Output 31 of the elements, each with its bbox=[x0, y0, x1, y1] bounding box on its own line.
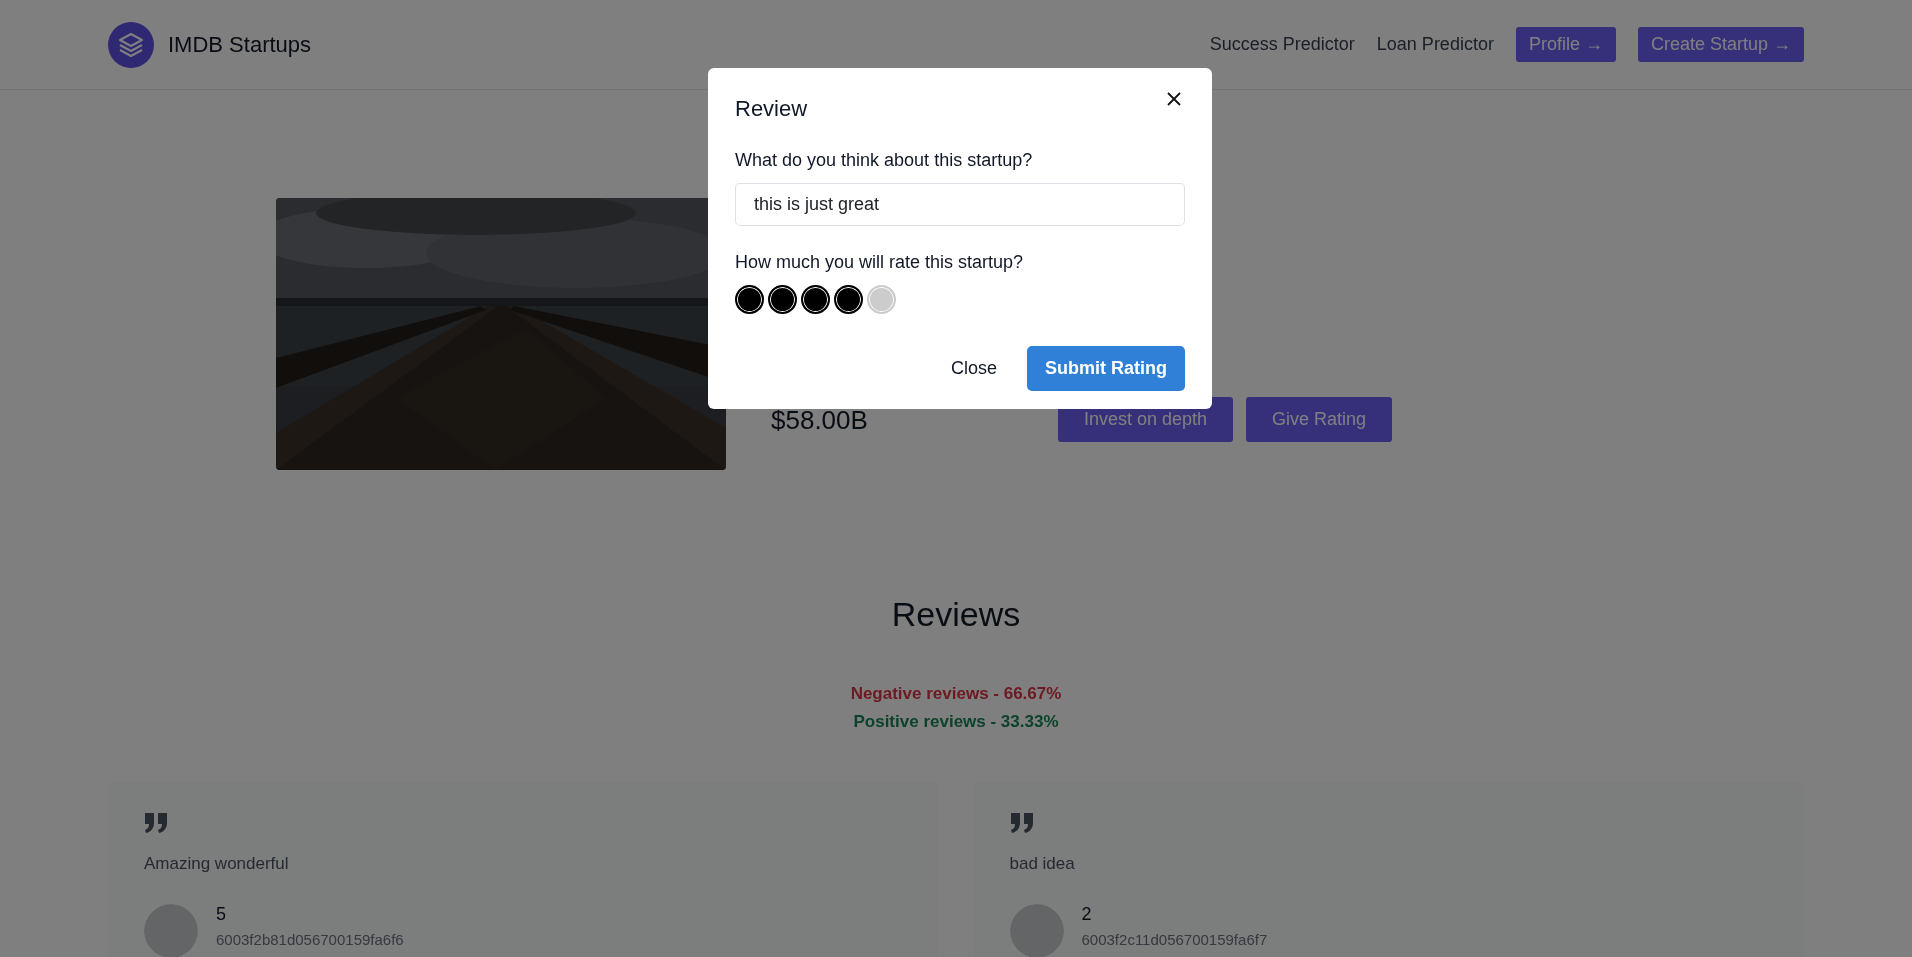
question-label: What do you think about this startup? bbox=[735, 150, 1034, 171]
nav-link[interactable]: Loan Predictor bbox=[1376, 34, 1494, 55]
nav-button[interactable]: Create Startup → bbox=[1637, 27, 1804, 62]
reviews-heading: Reviews bbox=[891, 595, 1021, 634]
nav-button[interactable]: Profile → bbox=[1515, 27, 1616, 62]
rating-dot[interactable] bbox=[801, 285, 830, 314]
user-id: 6003f2c11d056700159fa6f7 bbox=[1081, 931, 1268, 948]
layers-logo-icon bbox=[108, 21, 154, 68]
user-id: 6003f2b81d056700159fa6f6 bbox=[216, 931, 404, 948]
submit-button[interactable]: Submit Rating bbox=[1027, 346, 1185, 391]
dialog-title: Review bbox=[735, 96, 808, 122]
review-rating: 2 bbox=[1081, 904, 1093, 925]
action-button[interactable]: Give Rating bbox=[1245, 397, 1392, 442]
avatar-icon bbox=[144, 904, 198, 957]
quote-icon bbox=[1009, 812, 1034, 834]
positive-share: Positive reviews - 33.33% bbox=[853, 712, 1059, 732]
avatar-icon bbox=[1009, 904, 1064, 957]
valuation: $58.00B bbox=[771, 405, 868, 437]
negative-share: Negative reviews - 66.67% bbox=[850, 684, 1062, 704]
rating-dot[interactable] bbox=[768, 285, 797, 314]
close-button[interactable]: Close bbox=[950, 358, 997, 379]
brand-name[interactable]: IMDB Startups bbox=[168, 31, 312, 58]
review-input[interactable]: this is just great bbox=[735, 183, 1185, 226]
review-rating: 5 bbox=[216, 904, 227, 925]
rating-dot[interactable] bbox=[735, 285, 764, 314]
quote-icon bbox=[144, 812, 168, 834]
review-text: Amazing wonderful bbox=[144, 854, 290, 874]
review-text: bad idea bbox=[1009, 854, 1076, 874]
rating-label: How much you will rate this startup? bbox=[735, 252, 1025, 273]
nav-link[interactable]: Success Predictor bbox=[1209, 34, 1355, 55]
rating-dot[interactable] bbox=[834, 285, 863, 314]
